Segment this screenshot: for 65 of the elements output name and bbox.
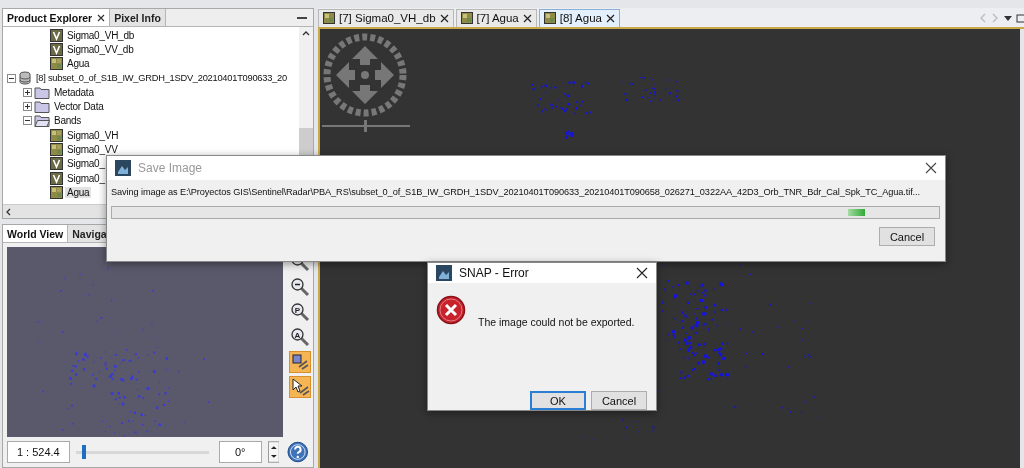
tool-button[interactable]: A	[289, 326, 312, 348]
tree-item[interactable]: Sigma0_VH	[65, 129, 121, 141]
tool-button[interactable]	[289, 376, 312, 398]
tree-item[interactable]: Agua	[65, 186, 92, 198]
virtual-band-icon	[50, 171, 63, 185]
database-icon	[18, 71, 32, 86]
tree-item[interactable]: [8] subset_0_of_S1B_IW_GRDH_1SDV_20210401T090633_20	[34, 73, 289, 84]
close-icon[interactable]	[439, 13, 449, 23]
pan-control-icon[interactable]	[322, 32, 408, 118]
expand-toggle[interactable]	[23, 102, 32, 112]
band-icon	[50, 143, 63, 156]
app-icon	[436, 265, 452, 281]
virtual-band-icon	[50, 157, 63, 171]
band-icon	[543, 12, 556, 24]
error-icon	[436, 295, 466, 325]
tool-button[interactable]	[289, 276, 312, 298]
help-icon[interactable]	[287, 441, 309, 463]
ok-button[interactable]: OK	[530, 391, 586, 410]
cancel-button[interactable]: Cancel	[879, 227, 935, 246]
band-icon	[50, 185, 63, 199]
expand-toggle[interactable]	[7, 73, 16, 83]
dialog-message: Saving image as E:\Proyectos GIS\Sentinel\Radar\PBA_RS\subset_0_of_S1B_IW_GRDH_1SDV_20210401T090633_20210401T090658_026271_0322AA_42D3_Orb_TNR_Bdr_Cal_Spk_TC_Agua.tif...	[111, 186, 921, 198]
panel-tab[interactable]: Pixel Info	[110, 9, 166, 26]
panel-tab[interactable]: World View	[3, 225, 69, 242]
close-icon[interactable]	[97, 13, 106, 22]
editor-tab[interactable]: [7] Sigma0_VH_db	[318, 8, 454, 27]
editor-tab[interactable]: [7] Agua	[455, 8, 537, 27]
folder-icon	[34, 85, 50, 99]
tree-item[interactable]: Vector Data	[52, 101, 106, 113]
expand-toggle[interactable]	[23, 87, 32, 97]
close-icon[interactable]	[925, 162, 937, 174]
close-icon[interactable]	[522, 13, 532, 23]
zoom-slider-handle[interactable]	[322, 120, 410, 132]
dialog-title: SNAP - Error	[459, 266, 529, 280]
band-icon	[460, 12, 473, 24]
editor-tab[interactable]: [8] Agua	[538, 8, 620, 27]
scale-field[interactable]: 1 : 524.4	[7, 441, 70, 463]
virtual-band-icon	[50, 28, 63, 42]
band-icon	[50, 57, 63, 71]
band-icon	[50, 128, 63, 142]
panel-tab[interactable]: Product Explorer	[3, 9, 111, 26]
close-icon[interactable]	[636, 267, 648, 279]
tree-item[interactable]: Sigma0_	[65, 172, 107, 184]
folder-icon	[34, 100, 50, 114]
tool-button[interactable]: P	[289, 301, 312, 323]
tool-button[interactable]	[289, 351, 312, 373]
close-icon[interactable]	[606, 13, 615, 23]
spinner-arrows-icon[interactable]	[267, 441, 280, 463]
tree-item[interactable]: Sigma0_VV	[65, 144, 120, 155]
expand-toggle[interactable]	[23, 116, 32, 126]
dialog-title: Save Image	[138, 161, 203, 175]
tree-item[interactable]: Metadata	[52, 86, 96, 98]
zoom-slider[interactable]	[75, 444, 209, 460]
tree-item[interactable]: Sigma0_VH_db	[65, 29, 137, 41]
tree-item[interactable]: Sigma0_VV_db	[65, 43, 136, 55]
tree-item[interactable]: Agua	[65, 58, 92, 70]
rotation-field[interactable]: 0°	[218, 441, 262, 463]
app-icon	[115, 160, 131, 176]
error-message: The image could not be exported.	[478, 316, 635, 328]
open-folder-icon	[34, 114, 50, 128]
band-icon	[323, 12, 335, 24]
cancel-button[interactable]: Cancel	[591, 391, 647, 410]
virtual-band-icon	[50, 42, 63, 56]
tree-item[interactable]: Bands	[52, 115, 84, 127]
tree-item[interactable]: Sigma0_	[65, 158, 107, 170]
